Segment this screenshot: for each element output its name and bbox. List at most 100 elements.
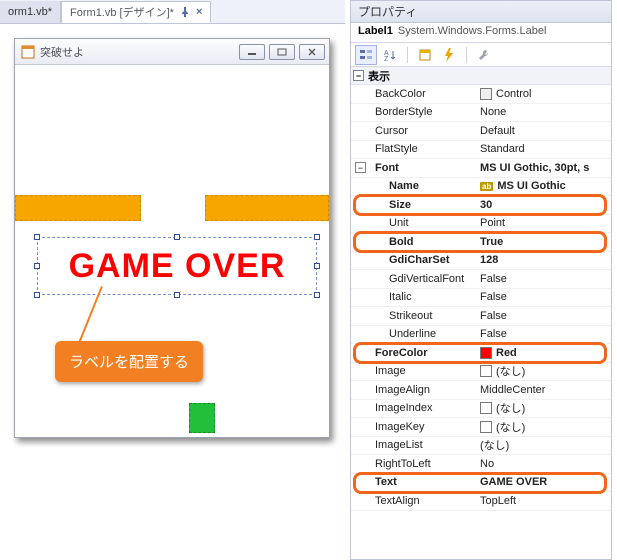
prop-value[interactable]: No — [476, 458, 611, 470]
categorized-icon[interactable] — [355, 45, 377, 65]
prop-row-imageindex[interactable]: ImageIndex(なし) — [351, 400, 611, 419]
prop-value[interactable]: False — [476, 310, 611, 322]
prop-value[interactable]: (なし) — [476, 363, 611, 379]
prop-name: ImageAlign — [351, 384, 476, 396]
prop-row-italic[interactable]: ItalicFalse — [351, 289, 611, 308]
prop-value[interactable]: False — [476, 291, 611, 303]
prop-row-forecolor[interactable]: ForeColorRed — [351, 344, 611, 363]
label-game-over[interactable]: GAME OVER — [37, 237, 317, 295]
prop-row-imagealign[interactable]: ImageAlign MiddleCenter — [351, 381, 611, 400]
prop-value-text: Red — [496, 347, 517, 359]
resize-handle[interactable] — [314, 263, 320, 269]
prop-row-unit[interactable]: UnitPoint — [351, 215, 611, 234]
properties-grid[interactable]: − 表示 BackColorControlBorderStyleNoneCurs… — [351, 67, 611, 559]
prop-value[interactable]: (なし) — [476, 419, 611, 435]
tab-form-code[interactable]: orm1.vb* — [0, 1, 61, 23]
prop-row-flatstyle[interactable]: FlatStyleStandard — [351, 141, 611, 160]
prop-value[interactable]: None — [476, 106, 611, 118]
prop-row-underline[interactable]: UnderlineFalse — [351, 326, 611, 345]
prop-row-text[interactable]: TextGAME OVER — [351, 474, 611, 493]
prop-row-gdicharset[interactable]: GdiCharSet128 — [351, 252, 611, 271]
color-swatch-icon — [480, 365, 492, 377]
resize-handle[interactable] — [34, 263, 40, 269]
properties-icon[interactable] — [414, 45, 436, 65]
collapse-icon[interactable]: − — [353, 70, 364, 81]
wrench-icon[interactable] — [473, 45, 495, 65]
pin-icon[interactable] — [178, 5, 192, 19]
section-header-appearance[interactable]: − 表示 — [351, 67, 611, 85]
prop-value-text: None — [480, 106, 506, 118]
prop-row-borderstyle[interactable]: BorderStyleNone — [351, 104, 611, 123]
prop-row-gdiverticalfont[interactable]: GdiVerticalFontFalse — [351, 270, 611, 289]
prop-value-text: (なし) — [480, 437, 509, 453]
prop-name: Name — [351, 180, 476, 192]
maximize-button[interactable] — [269, 44, 295, 60]
prop-name: Cursor — [351, 125, 476, 137]
prop-value[interactable]: True — [476, 236, 611, 248]
form-titlebar: 突破せよ — [15, 39, 329, 65]
prop-value-text: False — [480, 310, 507, 322]
prop-value-text: Point — [480, 217, 505, 229]
alphabetical-icon[interactable]: AZ — [379, 45, 401, 65]
prop-value[interactable]: (なし) — [476, 400, 611, 416]
prop-name: BackColor — [351, 88, 476, 100]
prop-row-righttoleft[interactable]: RightToLeft No — [351, 455, 611, 474]
prop-value[interactable]: Red — [476, 347, 611, 359]
callout-text: ラベルを配置する — [69, 354, 189, 371]
designer-surface[interactable]: 突破せよ GAME — [0, 24, 345, 455]
prop-value[interactable]: TopLeft — [476, 495, 611, 507]
close-icon[interactable]: × — [196, 6, 202, 18]
prop-name: RightToLeft — [351, 458, 476, 470]
resize-handle[interactable] — [314, 234, 320, 240]
prop-value[interactable]: MiddleCenter — [476, 384, 611, 396]
prop-value[interactable]: False — [476, 328, 611, 340]
prop-value[interactable]: Standard — [476, 143, 611, 155]
orange-block-left[interactable] — [15, 195, 141, 221]
prop-row-name[interactable]: NameabMS UI Gothic — [351, 178, 611, 197]
resize-handle[interactable] — [34, 292, 40, 298]
prop-value[interactable]: Control — [476, 88, 611, 100]
prop-name: Image — [351, 365, 476, 377]
prop-value-text: False — [480, 291, 507, 303]
minimize-button[interactable] — [239, 44, 265, 60]
prop-value[interactable]: Point — [476, 217, 611, 229]
resize-handle[interactable] — [174, 234, 180, 240]
prop-row-cursor[interactable]: CursorDefault — [351, 122, 611, 141]
prop-row-size[interactable]: Size30 — [351, 196, 611, 215]
close-button[interactable] — [299, 44, 325, 60]
prop-value[interactable]: 128 — [476, 254, 611, 266]
section-title: 表示 — [368, 68, 390, 84]
green-block[interactable] — [189, 403, 215, 433]
prop-value[interactable]: False — [476, 273, 611, 285]
tab-form-designer[interactable]: Form1.vb [デザイン]* × — [61, 1, 211, 23]
prop-row-image[interactable]: Image(なし) — [351, 363, 611, 382]
collapse-icon[interactable]: − — [355, 162, 366, 173]
prop-row-font[interactable]: −FontMS UI Gothic, 30pt, s — [351, 159, 611, 178]
prop-row-backcolor[interactable]: BackColorControl — [351, 85, 611, 104]
events-icon[interactable] — [438, 45, 460, 65]
resize-handle[interactable] — [174, 292, 180, 298]
orange-block-right[interactable] — [205, 195, 329, 221]
form-body[interactable]: GAME OVER ラベルを配置する — [15, 65, 329, 437]
prop-row-bold[interactable]: Bold True — [351, 233, 611, 252]
resize-handle[interactable] — [34, 234, 40, 240]
prop-value[interactable]: MS UI Gothic, 30pt, s — [476, 162, 611, 174]
prop-value[interactable]: Default — [476, 125, 611, 137]
selected-control-combo[interactable]: Label1 System.Windows.Forms.Label — [351, 23, 611, 43]
prop-value-text: TopLeft — [480, 495, 516, 507]
form-window[interactable]: 突破せよ GAME — [14, 38, 330, 438]
prop-row-imagekey[interactable]: ImageKey(なし) — [351, 418, 611, 437]
prop-value-text: True — [480, 236, 503, 248]
prop-value[interactable]: (なし) — [476, 437, 611, 453]
prop-value[interactable]: GAME OVER — [476, 476, 611, 488]
prop-value[interactable]: abMS UI Gothic — [476, 180, 611, 192]
prop-value-text: MiddleCenter — [480, 384, 545, 396]
prop-row-strikeout[interactable]: StrikeoutFalse — [351, 307, 611, 326]
prop-value-text: No — [480, 458, 494, 470]
selected-control-name: Label1 — [358, 25, 393, 37]
prop-row-imagelist[interactable]: ImageList(なし) — [351, 437, 611, 456]
resize-handle[interactable] — [314, 292, 320, 298]
prop-value[interactable]: 30 — [476, 199, 611, 211]
prop-name: Bold — [351, 236, 476, 248]
prop-row-textalign[interactable]: TextAlignTopLeft — [351, 492, 611, 511]
